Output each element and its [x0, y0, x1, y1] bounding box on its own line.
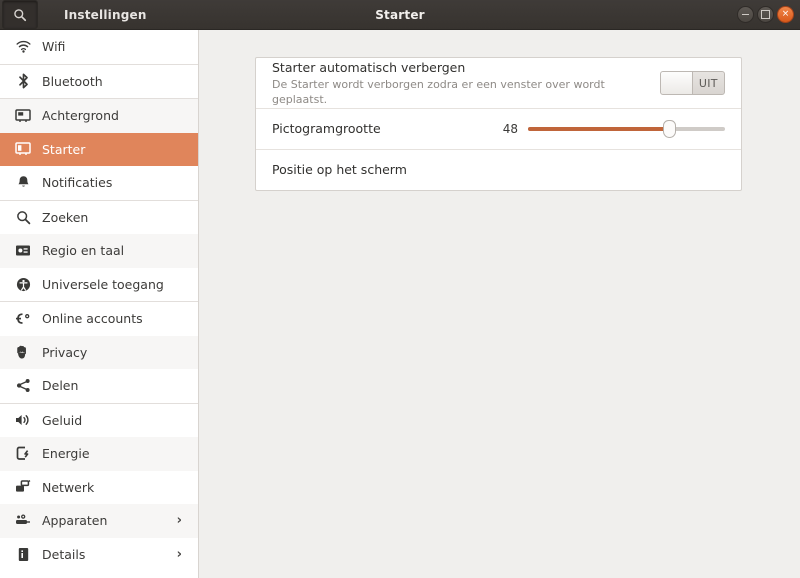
network-icon — [12, 480, 34, 494]
sidebar-item-netwerk[interactable]: Netwerk — [0, 471, 198, 505]
sidebar-item-label: Regio en taal — [42, 243, 124, 258]
titlebar: Instellingen Starter × — [0, 0, 800, 30]
close-button[interactable]: × — [777, 6, 794, 23]
sidebar-item-online-accounts[interactable]: Online accounts — [0, 302, 198, 336]
content-panel: Starter automatisch verbergen De Starter… — [199, 30, 800, 578]
chevron-right-icon: › — [177, 548, 182, 561]
position-title: Positie op het scherm — [272, 162, 407, 178]
sidebar-item-label: Delen — [42, 378, 78, 393]
sidebar-item-label: Details — [42, 547, 85, 562]
sidebar-item-bluetooth[interactable]: Bluetooth — [0, 65, 198, 99]
bluetooth-icon — [12, 73, 34, 89]
settings-panel-title: Instellingen — [64, 8, 147, 22]
wallpaper-icon — [12, 109, 34, 123]
sidebar-item-details[interactable]: Details › — [0, 538, 198, 572]
window-controls: × — [737, 0, 794, 29]
slider-handle[interactable] — [663, 120, 676, 138]
toggle-knob — [661, 72, 693, 94]
sidebar-item-label: Energie — [42, 446, 90, 461]
settings-window: Instellingen Starter × — [0, 0, 800, 578]
maximize-button[interactable] — [757, 6, 774, 23]
sidebar-item-wifi[interactable]: Wifi — [0, 30, 198, 64]
search-icon — [13, 8, 27, 22]
sidebar-item-universele-toegang[interactable]: Universele toegang — [0, 268, 198, 302]
search-icon — [12, 210, 34, 225]
sidebar-item-delen[interactable]: Delen — [0, 369, 198, 403]
sidebar-item-label: Starter — [42, 142, 85, 157]
autohide-texts: Starter automatisch verbergen De Starter… — [272, 60, 660, 107]
sidebar-item-label: Wifi — [42, 39, 65, 54]
devices-icon — [12, 514, 34, 527]
window-body: Wifi Bluetooth — [0, 30, 800, 578]
sidebar-item-zoeken[interactable]: Zoeken — [0, 201, 198, 235]
sidebar-item-label: Notificaties — [42, 175, 112, 190]
maximize-icon — [761, 10, 770, 19]
sidebar: Wifi Bluetooth — [0, 30, 199, 578]
sidebar-item-label: Apparaten — [42, 513, 107, 528]
icon-size-value: 48 — [503, 122, 518, 136]
minimize-button[interactable] — [737, 6, 754, 23]
share-icon — [12, 378, 34, 393]
sidebar-item-label: Privacy — [42, 345, 87, 360]
sidebar-item-apparaten[interactable]: Apparaten › — [0, 504, 198, 538]
launcher-icon — [12, 142, 34, 156]
autohide-title: Starter automatisch verbergen — [272, 60, 660, 76]
autohide-description: De Starter wordt verborgen zodra er een … — [272, 77, 660, 107]
region-language-icon — [12, 244, 34, 257]
accessibility-icon — [12, 277, 34, 292]
sidebar-item-geluid[interactable]: Geluid — [0, 404, 198, 438]
online-accounts-icon — [12, 312, 34, 326]
toggle-state-label: UIT — [693, 77, 724, 90]
sidebar-item-label: Netwerk — [42, 480, 94, 495]
sidebar-item-energie[interactable]: Energie — [0, 437, 198, 471]
sidebar-item-regio-en-taal[interactable]: Regio en taal — [0, 234, 198, 268]
icon-size-slider[interactable] — [528, 119, 725, 139]
minimize-icon — [742, 14, 749, 15]
sidebar-item-label: Online accounts — [42, 311, 143, 326]
autohide-toggle[interactable]: UIT — [660, 71, 725, 95]
search-button[interactable] — [2, 0, 38, 29]
wifi-icon — [12, 40, 34, 53]
sidebar-item-notificaties[interactable]: Notificaties — [0, 166, 198, 200]
details-info-icon — [12, 547, 34, 562]
sidebar-item-privacy[interactable]: Privacy — [0, 336, 198, 370]
privacy-hand-icon — [12, 345, 34, 360]
sidebar-item-achtergrond[interactable]: Achtergrond — [0, 99, 198, 133]
position-row: Positie op het scherm — [256, 149, 741, 190]
sidebar-item-label: Achtergrond — [42, 108, 119, 123]
starter-settings-card: Starter automatisch verbergen De Starter… — [255, 57, 742, 191]
sidebar-item-starter[interactable]: Starter — [0, 133, 198, 167]
icon-size-title: Pictogramgrootte — [272, 121, 381, 137]
sidebar-item-label: Universele toegang — [42, 277, 164, 292]
autohide-row: Starter automatisch verbergen De Starter… — [256, 58, 741, 108]
sidebar-item-label: Geluid — [42, 413, 82, 428]
bell-icon — [12, 175, 34, 190]
slider-track-fill — [528, 127, 670, 131]
power-battery-icon — [12, 446, 34, 461]
sound-speaker-icon — [12, 413, 34, 427]
close-icon: × — [782, 10, 790, 19]
chevron-right-icon: › — [177, 514, 182, 527]
sidebar-item-label: Zoeken — [42, 210, 88, 225]
icon-size-row: Pictogramgrootte 48 — [256, 108, 741, 149]
sidebar-item-label: Bluetooth — [42, 74, 103, 89]
